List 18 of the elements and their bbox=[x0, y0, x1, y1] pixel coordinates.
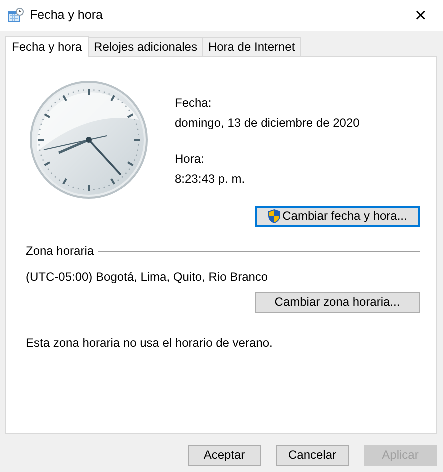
dialog-button[interactable]: Aceptar bbox=[188, 445, 261, 466]
tab[interactable]: Hora de Internet bbox=[202, 37, 302, 56]
dialog-button[interactable]: Cancelar bbox=[276, 445, 349, 466]
timezone-text: (UTC-05:00) Bogotá, Lima, Quito, Rio Branco bbox=[26, 270, 268, 285]
window-title: Fecha y hora bbox=[30, 8, 103, 23]
time-text: 8:23:43 p. m. bbox=[175, 172, 246, 187]
tab[interactable]: Relojes adicionales bbox=[88, 37, 204, 56]
field-label: Hora: bbox=[175, 152, 206, 167]
shield-icon bbox=[268, 209, 281, 224]
field-label: Fecha: bbox=[175, 96, 213, 111]
change-button[interactable]: Cambiar fecha y hora... bbox=[255, 206, 420, 227]
tab[interactable]: Fecha y hora bbox=[5, 36, 90, 57]
group-title: Zona horaria bbox=[26, 244, 94, 258]
dst-note: Esta zona horaria no usa el horario de verano. bbox=[26, 336, 273, 350]
close-button[interactable]: × bbox=[399, 0, 443, 31]
date-text: domingo, 13 de diciembre de 2020 bbox=[175, 116, 360, 131]
calendar-clock-icon bbox=[8, 8, 24, 23]
change-button[interactable]: Cambiar zona horaria... bbox=[255, 292, 420, 313]
